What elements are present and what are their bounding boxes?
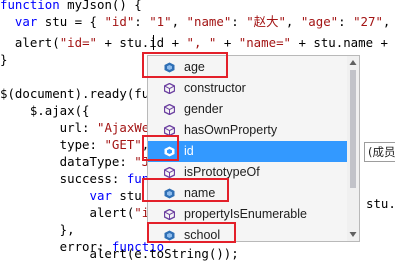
code-line-16: alert(e.toString());: [0, 246, 239, 261]
scroll-down-arrow-icon[interactable]: [349, 230, 357, 238]
method-icon: [164, 104, 175, 115]
completion-item-constructor[interactable]: constructor: [148, 78, 349, 99]
keyword-var: var: [14, 14, 38, 29]
completion-item-hasownproperty[interactable]: hasOwnProperty: [148, 120, 349, 141]
keyword-function: function: [0, 0, 60, 12]
member-tooltip: (成员: [364, 142, 395, 162]
completion-item-id[interactable]: id: [148, 141, 349, 162]
code-line-3: alert("id=" + stu.id + ", " + "name=" + …: [0, 35, 395, 50]
completion-item-label: isPrototypeOf: [184, 165, 260, 179]
method-icon: [164, 167, 175, 178]
field-icon: [164, 62, 175, 73]
completion-item-isprototypeof[interactable]: isPrototypeOf: [148, 162, 349, 183]
code-line-2: var stu = { "id": "1", "name": "赵大", "ag…: [14, 14, 391, 29]
completion-item-label: constructor: [184, 81, 246, 95]
completion-item-label: id: [184, 144, 194, 158]
scroll-up-arrow-icon[interactable]: [349, 59, 357, 67]
completion-item-school[interactable]: school: [148, 225, 349, 242]
completion-item-propertyisenumerable[interactable]: propertyIsEnumerable: [148, 204, 349, 225]
scroll-thumb[interactable]: [350, 70, 356, 188]
code-line-12-tail: stu.: [366, 196, 395, 211]
popup-scrollbar[interactable]: [347, 56, 359, 241]
completion-item-label: hasOwnProperty: [184, 123, 278, 137]
completion-item-gender[interactable]: gender: [148, 99, 349, 120]
intellisense-popup[interactable]: age constructor gender hasOwnProperty id isPr…: [147, 55, 360, 242]
method-icon: [164, 125, 175, 136]
completion-item-name[interactable]: name: [148, 183, 349, 204]
completion-item-label: propertyIsEnumerable: [184, 207, 307, 221]
completion-item-label: school: [184, 228, 221, 242]
completion-item-age[interactable]: age: [148, 57, 349, 78]
completion-item-label: age: [184, 60, 205, 74]
method-icon: [164, 83, 175, 94]
code-line-4: }: [0, 52, 8, 67]
field-icon: [164, 230, 175, 241]
field-icon: [164, 188, 175, 199]
completion-item-label: gender: [184, 102, 223, 116]
completion-item-label: name: [184, 186, 216, 200]
field-icon: [164, 146, 175, 157]
text-caret: [153, 35, 154, 50]
method-icon: [164, 209, 175, 220]
